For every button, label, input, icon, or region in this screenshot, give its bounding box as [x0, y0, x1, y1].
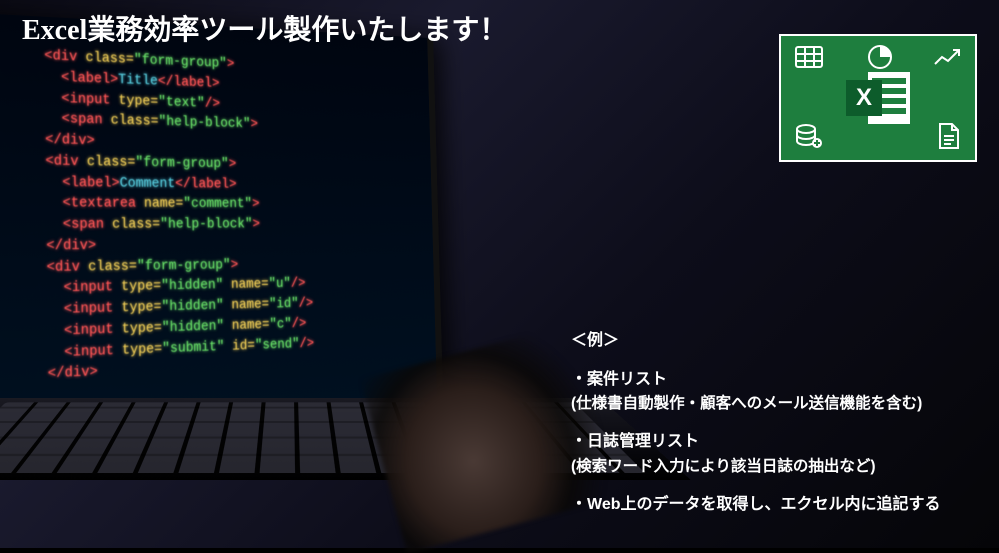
excel-app-icon: X — [846, 66, 910, 130]
database-icon — [795, 124, 823, 150]
code-line: <label>Comment</label> — [45, 172, 416, 196]
examples-list: ＜例＞ ・案件リスト(仕様書自動製作・顧客へのメール送信機能を含む) ・日誌管理リ… — [571, 329, 981, 532]
excel-x-letter: X — [846, 80, 882, 116]
example-item: ・案件リスト(仕様書自動製作・顧客へのメール送信機能を含む) — [571, 368, 981, 417]
example-item-title: ・案件リスト — [571, 368, 981, 393]
code-line: <textarea name="comment"> — [46, 193, 417, 215]
calendar-grid-icon — [795, 46, 823, 68]
code-snippet: <div class="form-group"> <label>Title</l… — [0, 12, 437, 409]
document-icon — [937, 122, 961, 150]
excel-badge: X — [779, 34, 977, 162]
laptop-screen: <div class="form-group"> <label>Title</l… — [0, 12, 443, 432]
example-item: ・日誌管理リスト(検索ワード入力により該当日誌の抽出など) — [571, 430, 981, 479]
title-excel: Excel — [22, 15, 87, 46]
example-item-title: ・Web上のデータを取得し、エクセル内に追記する — [571, 493, 981, 518]
line-chart-icon — [933, 48, 961, 68]
page-title: Excel業務効率ツール製作いたします！ — [22, 8, 507, 48]
example-item-title: ・日誌管理リスト — [571, 430, 981, 455]
example-item-sub: (検索ワード入力により該当日誌の抽出など) — [571, 455, 981, 479]
examples-heading: ＜例＞ — [571, 329, 981, 354]
example-item-sub: (仕様書自動製作・顧客へのメール送信機能を含む) — [571, 392, 981, 416]
title-rest: 業務効率ツール製作いたします！ — [87, 14, 507, 45]
code-line: <span class="help-block"> — [46, 214, 418, 235]
example-item: ・Web上のデータを取得し、エクセル内に追記する — [571, 493, 981, 518]
